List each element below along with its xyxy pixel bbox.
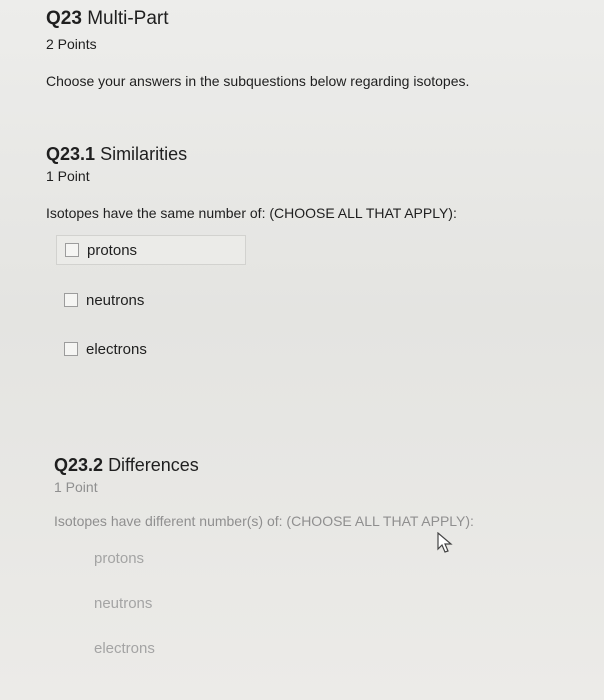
subquestion-2-points: 1 Point [54,479,98,495]
subquestion-1-prompt: Isotopes have the same number of: (CHOOS… [46,205,457,221]
subquestion-2-title: Q23.2 Differences [54,455,199,476]
option-label: electrons [86,340,147,358]
mouse-pointer-icon [437,532,453,553]
subquestion-1-number: Q23.1 [46,144,96,164]
sub2-option-electrons[interactable]: electrons [86,634,163,662]
option-label: neutrons [94,594,153,612]
subquestion-2-number: Q23.2 [54,455,104,475]
subquestion-2-title-text: Differences [108,455,199,475]
checkbox-icon[interactable] [64,342,78,356]
sub1-option-neutrons[interactable]: neutrons [56,286,152,314]
option-label: protons [94,549,145,567]
question-title-text: Multi-Part [87,8,169,29]
option-label: electrons [94,639,155,657]
question-title: Q23 Multi-Part [46,8,169,30]
subquestion-2-prompt: Isotopes have different number(s) of: (C… [54,513,474,529]
question-number: Q23 [46,8,82,29]
question-points: 2 Points [46,36,97,52]
sub1-option-electrons[interactable]: electrons [56,335,155,363]
option-label: protons [87,241,138,259]
checkbox-icon[interactable] [64,293,78,307]
question-prompt: Choose your answers in the subquestions … [46,73,470,89]
subquestion-1-points: 1 Point [46,168,90,184]
subquestion-1-title: Q23.1 Similarities [46,144,187,165]
sub2-option-neutrons[interactable]: neutrons [86,589,160,617]
subquestion-1-title-text: Similarities [100,144,188,164]
sub2-option-protons[interactable]: protons [86,544,152,572]
option-label: neutrons [86,291,145,309]
checkbox-icon[interactable] [65,243,79,257]
quiz-page: Q23 Multi-Part 2 Points Choose your answ… [0,0,604,700]
sub1-option-protons[interactable]: protons [56,235,246,265]
